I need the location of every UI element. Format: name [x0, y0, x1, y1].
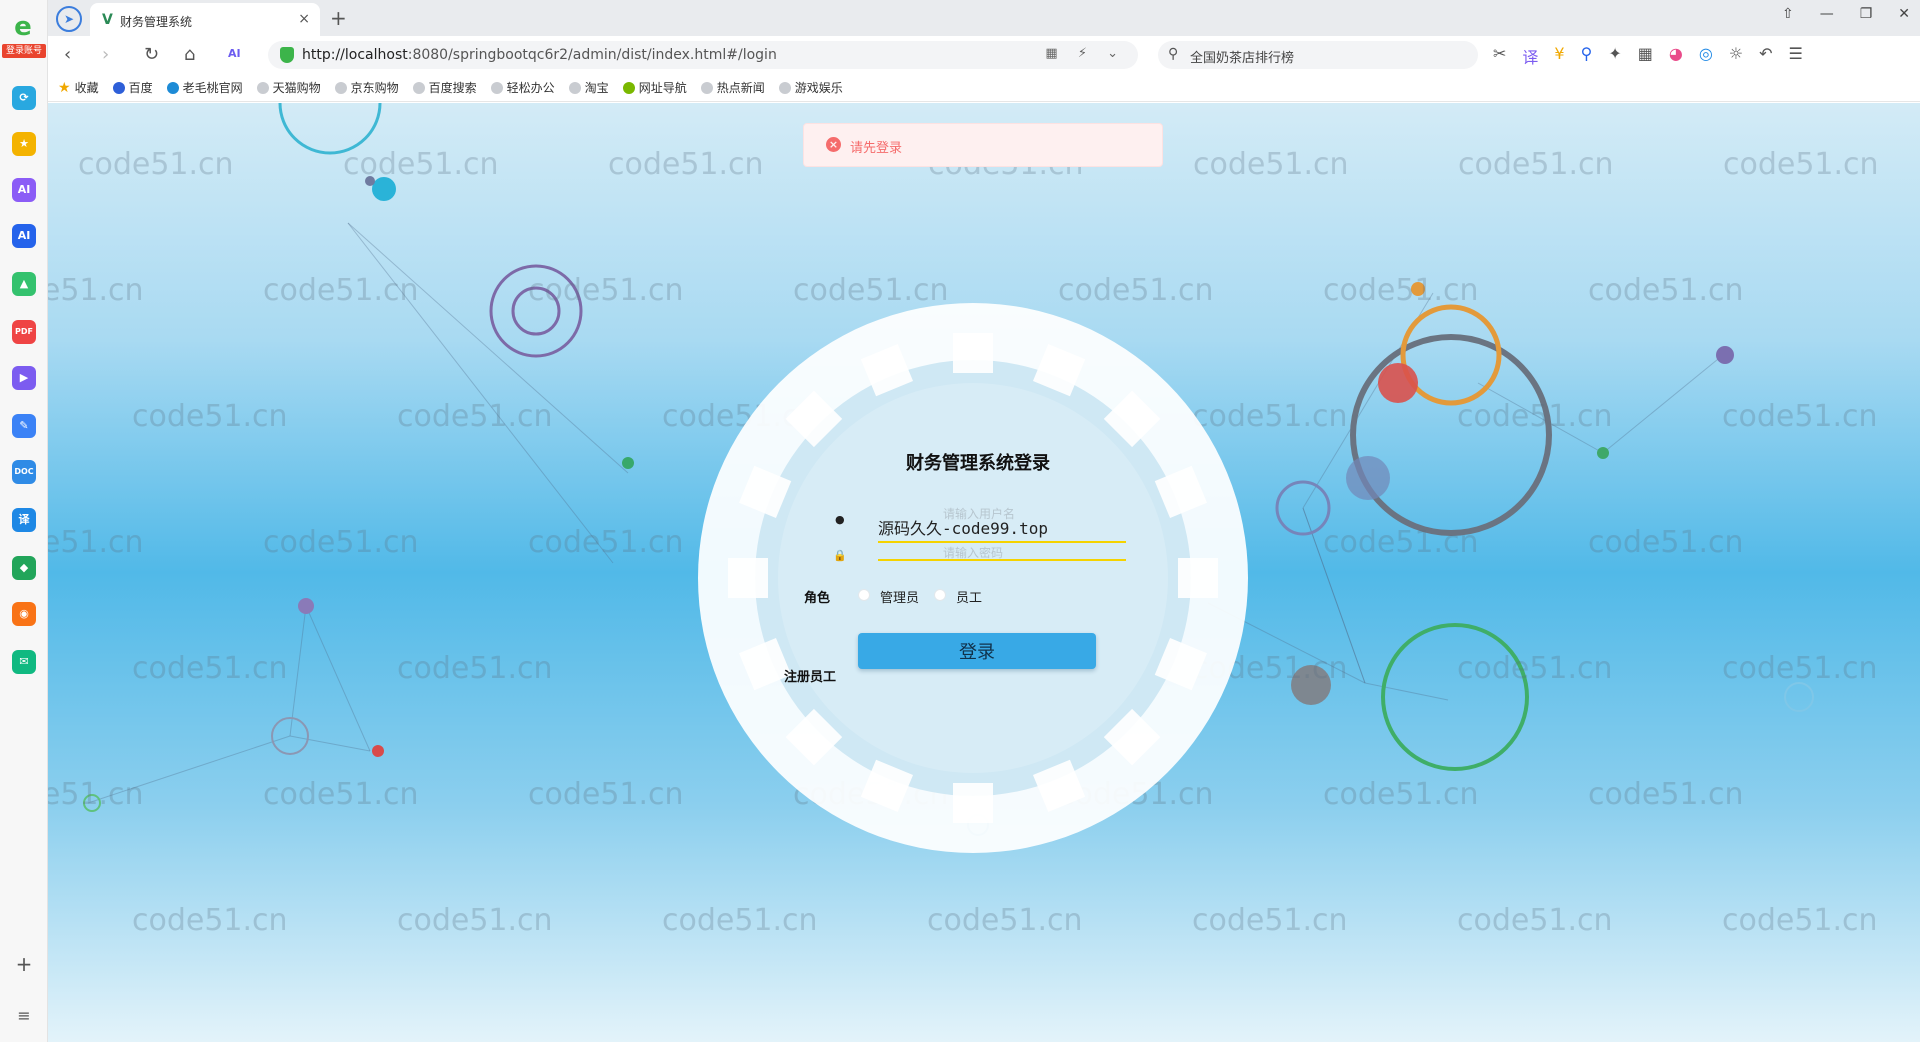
bookmark-item[interactable]: 京东购物: [334, 79, 399, 96]
browser-service-icon[interactable]: ◎: [1699, 44, 1713, 68]
skin-icon[interactable]: ⇧: [1782, 6, 1794, 22]
site-icon: [256, 81, 269, 94]
bookmark-item[interactable]: 游戏娱乐: [778, 79, 843, 96]
error-alert: × 请先登录: [803, 123, 1163, 167]
toolbar: ✂ 译 ¥ ⚲ ✦ ▦ ◕ ◎ ☼ ↶ ☰: [1493, 44, 1803, 68]
tab-active[interactable]: V 财务管理系统 ×: [90, 3, 320, 36]
bookmark-item[interactable]: 天猫购物: [256, 79, 321, 96]
minimize-icon[interactable]: —: [1820, 6, 1834, 22]
brightness-icon[interactable]: ☼: [1729, 44, 1743, 68]
video-icon[interactable]: ▶: [12, 366, 36, 390]
weibo-icon[interactable]: ◉: [12, 602, 36, 626]
site-icon: [700, 81, 713, 94]
role-option-admin[interactable]: 管理员: [880, 587, 919, 606]
url-text: http://localhost:8080/springbootqc6r2/ad…: [302, 47, 777, 63]
ai-writing-icon[interactable]: AI: [12, 224, 36, 248]
close-tab-icon[interactable]: ×: [298, 11, 310, 27]
login-title: 财务管理系统登录: [906, 453, 1050, 474]
notes-icon[interactable]: ✎: [12, 414, 36, 438]
vue-favicon-icon: V: [102, 12, 113, 28]
mail-icon[interactable]: ✉: [12, 650, 36, 674]
search-box[interactable]: ⚲ 全国奶茶店排行榜: [1158, 41, 1478, 69]
register-staff-link[interactable]: 注册员工: [784, 666, 836, 685]
extensions-icon[interactable]: ✦: [1608, 44, 1621, 68]
bookmark-favorites[interactable]: ★ 收藏: [58, 79, 99, 96]
address-bar[interactable]: http://localhost:8080/springbootqc6r2/ad…: [268, 41, 1138, 69]
restore-icon[interactable]: ❐: [1860, 6, 1873, 22]
navigation-bar: ‹ › ↻ ⌂ AI http://localhost:8080/springb…: [48, 36, 1920, 74]
window-controls: ⇧ — ❐ ✕: [1782, 6, 1910, 22]
lock-icon: 🔒: [833, 549, 847, 562]
role-label: 角色: [804, 591, 831, 606]
tab-title: 财务管理系统: [120, 15, 193, 29]
error-icon: ×: [826, 137, 841, 152]
site-icon: [622, 81, 635, 94]
site-icon: [568, 81, 581, 94]
game-icon[interactable]: ◆: [12, 556, 36, 580]
back-icon[interactable]: ‹: [64, 44, 71, 65]
sidebar-menu-icon[interactable]: ≡: [12, 1004, 36, 1028]
home-icon[interactable]: ⌂: [184, 44, 195, 65]
bookmark-item[interactable]: 百度搜索: [412, 79, 477, 96]
doc-icon[interactable]: DOC: [12, 460, 36, 484]
site-icon: [166, 81, 179, 94]
screenshot-icon[interactable]: ✂: [1493, 44, 1506, 68]
ai-assistant-icon[interactable]: AI: [12, 178, 36, 202]
translate-service-icon[interactable]: 译: [12, 508, 36, 532]
close-window-icon[interactable]: ✕: [1898, 6, 1910, 22]
coupon-icon[interactable]: ¥: [1554, 44, 1564, 68]
ai-icon[interactable]: AI: [228, 47, 241, 60]
browser-logo-icon[interactable]: e: [8, 12, 38, 42]
bookmark-item[interactable]: 老毛桃官网: [166, 79, 243, 96]
role-option-staff[interactable]: 员工: [956, 587, 982, 606]
star-icon: ★: [58, 79, 71, 96]
bookmark-item[interactable]: 淘宝: [568, 79, 609, 96]
secure-shield-icon: [280, 47, 294, 63]
bookmark-item[interactable]: 热点新闻: [700, 79, 765, 96]
pdf-icon[interactable]: PDF: [12, 320, 36, 344]
role-radio-staff[interactable]: [934, 589, 946, 601]
gear-login-panel: [698, 303, 1248, 853]
bookmark-item[interactable]: 百度: [112, 79, 153, 96]
translate-icon[interactable]: ⟳: [12, 86, 36, 110]
tab-strip: ➤ V 财务管理系统 × + ⇧ — ❐ ✕: [48, 0, 1920, 36]
site-icon: [778, 81, 791, 94]
main-menu-icon[interactable]: ☰: [1789, 44, 1803, 68]
reload-icon[interactable]: ↻: [144, 44, 159, 65]
password-input[interactable]: [878, 539, 1126, 561]
add-sidebar-item-icon[interactable]: +: [12, 952, 36, 976]
alert-message: 请先登录: [850, 141, 903, 156]
undo-icon[interactable]: ↶: [1759, 44, 1772, 68]
bookmarks-bar: ★ 收藏 百度 老毛桃官网 天猫购物 京东购物 百度搜索 轻松办公 淘宝 网址导航…: [48, 74, 1920, 102]
image-icon[interactable]: ▲: [12, 272, 36, 296]
login-button[interactable]: 登录: [858, 633, 1096, 669]
colorful-app-icon[interactable]: ◕: [1669, 44, 1683, 68]
baidu-icon: [112, 81, 125, 94]
user-icon: ●: [835, 513, 845, 526]
new-tab-button[interactable]: +: [330, 6, 347, 30]
search-query: 全国奶茶店排行榜: [1190, 51, 1295, 66]
favorites-icon[interactable]: ★: [12, 132, 36, 156]
site-icon: [412, 81, 425, 94]
site-icon: [334, 81, 347, 94]
translate-tool-icon[interactable]: 译: [1522, 44, 1538, 68]
bookmark-item[interactable]: 网址导航: [622, 79, 687, 96]
login-account-tag[interactable]: 登录账号: [2, 44, 46, 58]
site-icon: [490, 81, 503, 94]
login-page: code51.cn code51.cn code51.cn code51.cn …: [48, 103, 1920, 1042]
find-icon[interactable]: ⚲: [1581, 44, 1593, 68]
address-extras[interactable]: ▦ ⚡ ⌄: [1045, 46, 1126, 61]
browser-nav-icon[interactable]: ➤: [56, 6, 82, 32]
bookmark-item[interactable]: 轻松办公: [490, 79, 555, 96]
apps-grid-icon[interactable]: ▦: [1638, 44, 1653, 68]
role-radio-admin[interactable]: [858, 589, 870, 601]
search-icon: ⚲: [1168, 46, 1179, 62]
browser-sidebar: e 登录账号 ⟳ ★ AI AI ▲ PDF ▶ ✎ DOC 译 ◆ ◉ ✉ +…: [0, 0, 48, 1042]
forward-icon[interactable]: ›: [102, 44, 109, 65]
